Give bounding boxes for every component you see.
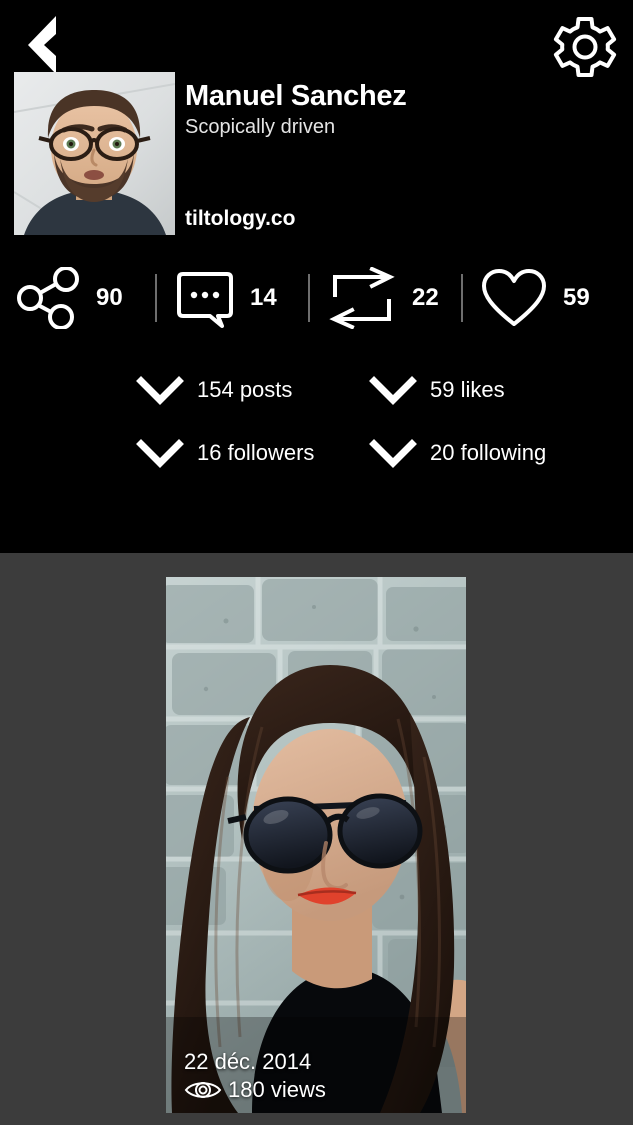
counts-item-posts[interactable]: 154 posts (135, 372, 292, 408)
avatar-photo (14, 72, 175, 235)
counts-item-following-label: 20 following (430, 440, 547, 465)
counts-item-likes[interactable]: 59 likes (368, 372, 505, 408)
counts-item-followers-label: 16 followers (197, 440, 315, 465)
post-photo (166, 577, 466, 1113)
post-caption: 22 déc. 2014 180 views (166, 1049, 466, 1103)
stat-reposts[interactable]: 22 (326, 258, 439, 338)
post-date: 22 déc. 2014 (184, 1049, 312, 1074)
heart-icon (479, 266, 549, 330)
chevron-down-icon (368, 435, 418, 471)
stat-likes[interactable]: 59 (479, 258, 590, 338)
chevron-down-icon (135, 372, 185, 408)
chevron-down-icon (135, 435, 185, 471)
counts-grid: 154 posts 59 likes 16 followers 20 follo… (0, 372, 633, 492)
profile-screen: Manuel Sanchez Scopically driven tiltolo… (0, 0, 633, 1125)
stat-comments-value: 14 (250, 284, 277, 311)
counts-item-followers[interactable]: 16 followers (135, 435, 314, 471)
back-button[interactable] (14, 14, 66, 76)
counts-item-following[interactable]: 20 following (368, 435, 546, 471)
share-icon (16, 267, 82, 329)
eye-icon (184, 1078, 222, 1102)
profile-tagline: Scopically driven (185, 116, 336, 138)
stat-likes-value: 59 (563, 284, 590, 311)
comment-icon (174, 268, 236, 328)
post-card[interactable]: 22 déc. 2014 180 views (166, 577, 466, 1113)
stats-separator (155, 274, 157, 322)
post-views-row: 180 views (184, 1077, 466, 1103)
avatar[interactable] (14, 72, 175, 235)
repost-icon (326, 267, 398, 329)
profile-header: Manuel Sanchez Scopically driven tiltolo… (0, 0, 633, 553)
settings-button[interactable] (551, 13, 619, 81)
gear-icon (551, 13, 619, 81)
stat-reposts-value: 22 (412, 284, 439, 311)
stats-row: 90 14 22 59 (0, 258, 633, 338)
post-views-count: 180 views (228, 1077, 326, 1102)
profile-website-link[interactable]: tiltology.co (185, 207, 295, 231)
counts-item-likes-label: 59 likes (430, 377, 505, 402)
stats-separator (308, 274, 310, 322)
chevron-down-icon (368, 372, 418, 408)
stat-comments[interactable]: 14 (174, 258, 277, 338)
stat-shares[interactable]: 90 (16, 258, 123, 338)
back-chevron-icon (14, 14, 66, 76)
counts-item-posts-label: 154 posts (197, 377, 293, 402)
page-title: Manuel Sanchez (185, 80, 407, 112)
stat-shares-value: 90 (96, 284, 123, 311)
stats-separator (461, 274, 463, 322)
